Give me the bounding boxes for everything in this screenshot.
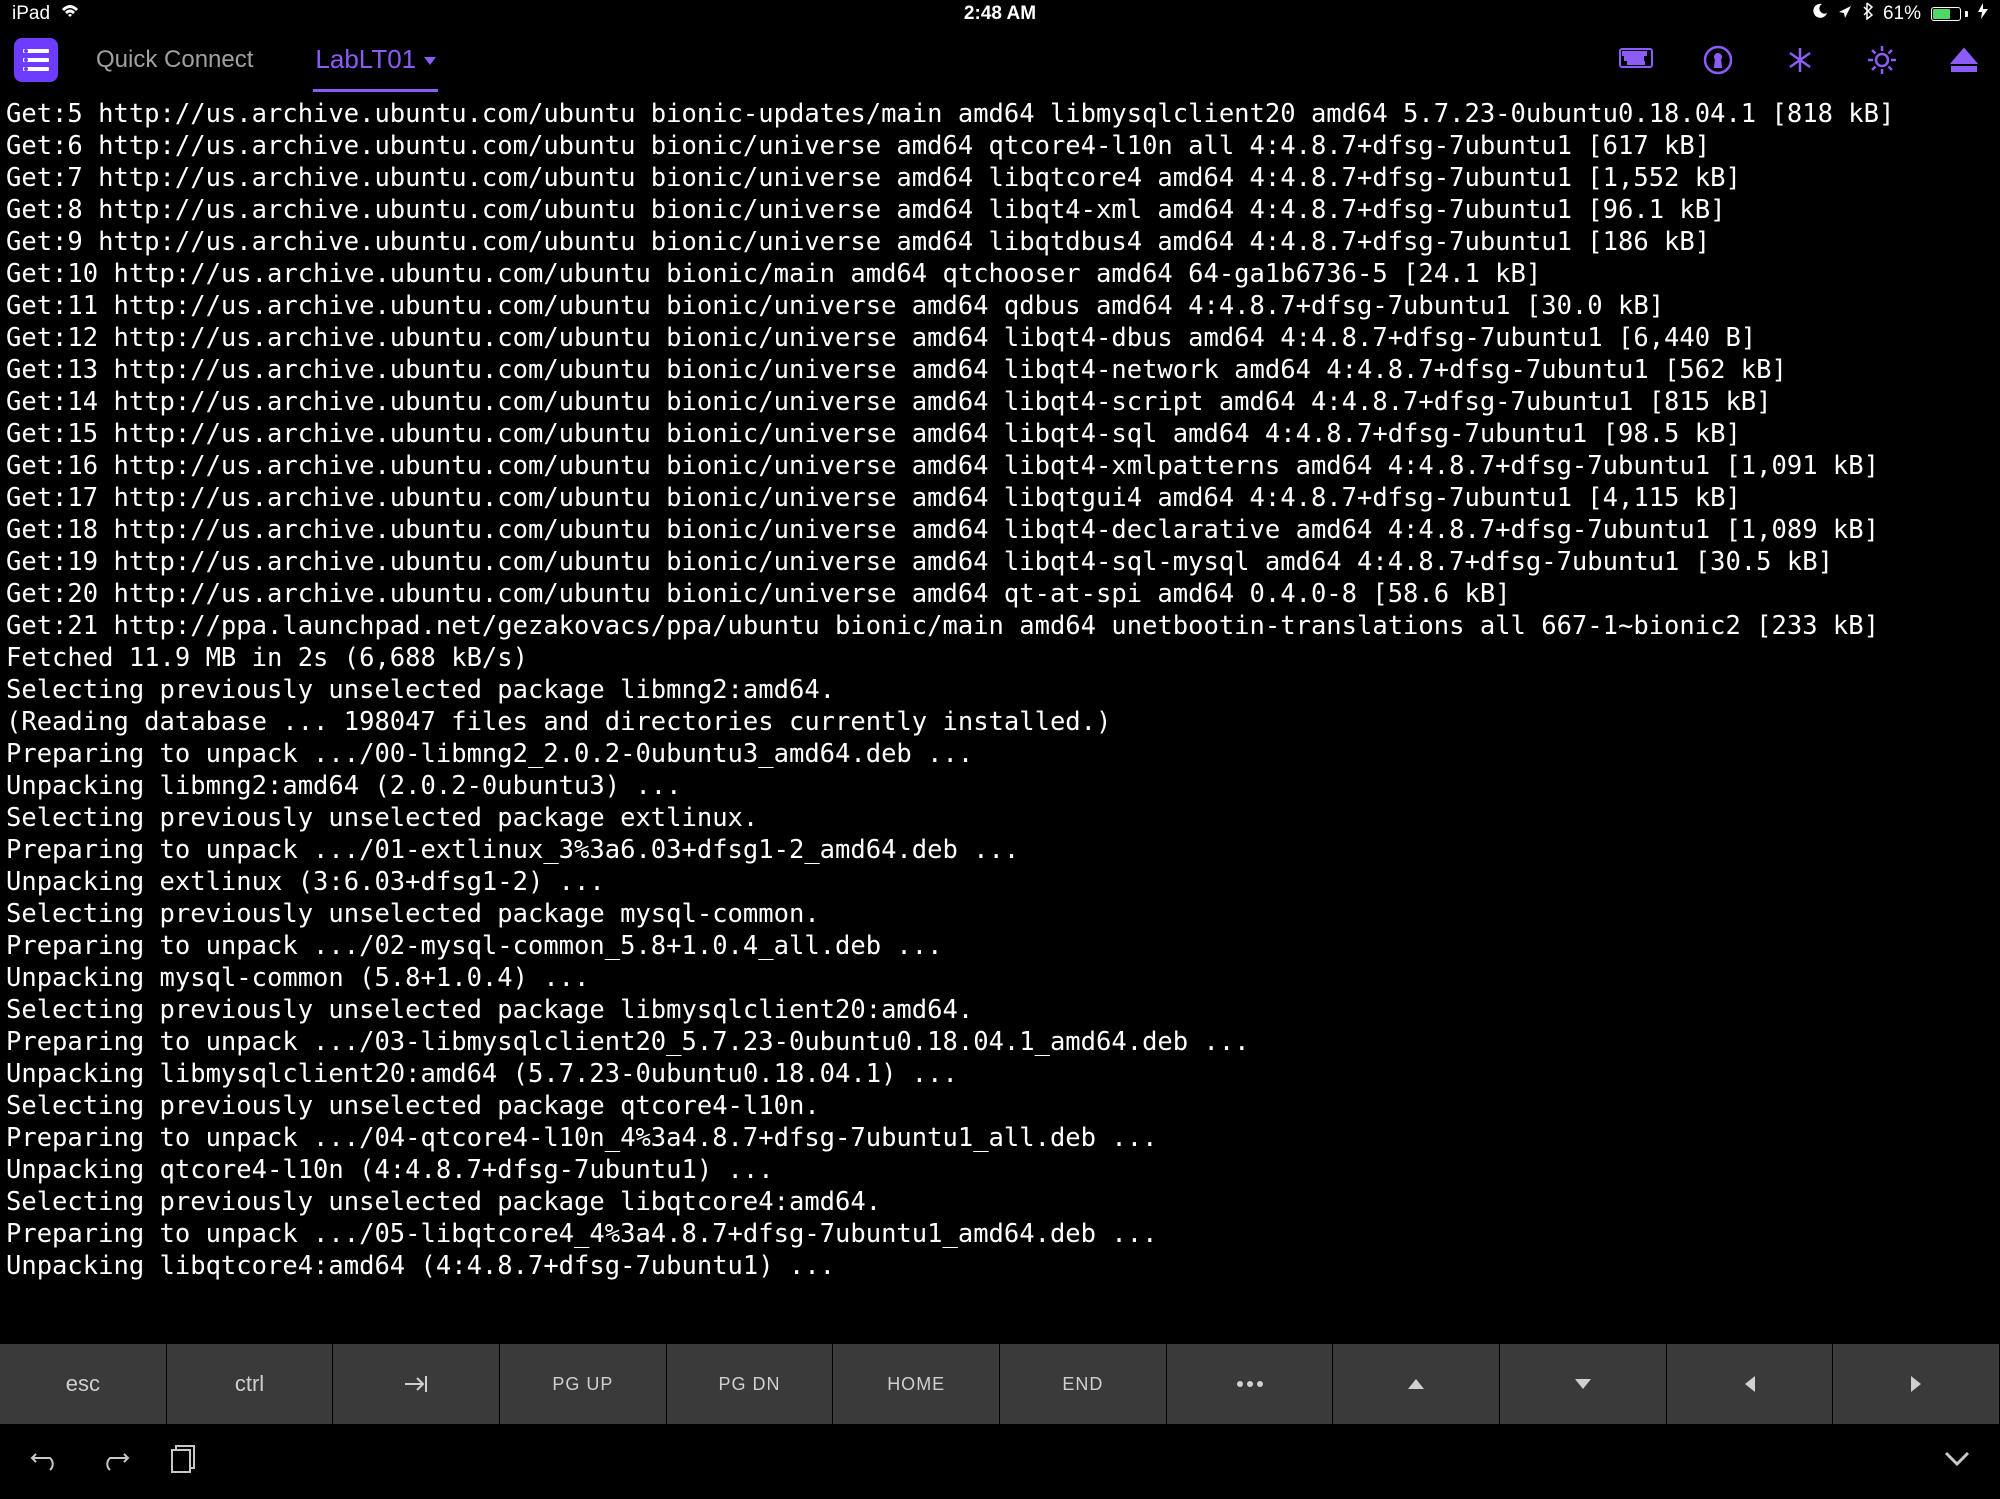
terminal-line: Get:12 http://us.archive.ubuntu.com/ubun…: [6, 322, 1994, 354]
menu-button[interactable]: [14, 38, 58, 82]
terminal-line: Unpacking mysql-common (5.8+1.0.4) ...: [6, 962, 1994, 994]
terminal-output[interactable]: Get:5 http://us.archive.ubuntu.com/ubunt…: [0, 92, 2000, 1282]
battery-icon: [1931, 7, 1968, 21]
terminal-line: Preparing to unpack .../03-libmysqlclien…: [6, 1026, 1994, 1058]
moon-icon: [1812, 3, 1828, 25]
terminal-line: Fetched 11.9 MB in 2s (6,688 kB/s): [6, 642, 1994, 674]
terminal-line: Preparing to unpack .../01-extlinux_3%3a…: [6, 834, 1994, 866]
terminal-line: Selecting previously unselected package …: [6, 898, 1994, 930]
terminal-line: Unpacking libmysqlclient20:amd64 (5.7.23…: [6, 1058, 1994, 1090]
key-pgdn[interactable]: PG DN: [667, 1344, 834, 1424]
undo-icon[interactable]: [30, 1446, 60, 1477]
terminal-line: Get:20 http://us.archive.ubuntu.com/ubun…: [6, 578, 1994, 610]
terminal-line: Get:8 http://us.archive.ubuntu.com/ubunt…: [6, 194, 1994, 226]
key-more[interactable]: [1167, 1344, 1334, 1424]
terminal-line: Selecting previously unselected package …: [6, 802, 1994, 834]
key-esc[interactable]: esc: [0, 1344, 167, 1424]
extra-keys-row: esc ctrl PG UP PG DN HOME END: [0, 1344, 2000, 1424]
terminal-line: Unpacking extlinux (3:6.03+dfsg1-2) ...: [6, 866, 1994, 898]
key-end[interactable]: END: [1000, 1344, 1167, 1424]
terminal-line: Selecting previously unselected package …: [6, 1186, 1994, 1218]
terminal-line: Unpacking qtcore4-l10n (4:4.8.7+dfsg-7ub…: [6, 1154, 1994, 1186]
key-up[interactable]: [1333, 1344, 1500, 1424]
app-toolbar: Quick Connect LabLT01: [0, 28, 2000, 92]
terminal-line: Get:10 http://us.archive.ubuntu.com/ubun…: [6, 258, 1994, 290]
terminal-line: Selecting previously unselected package …: [6, 674, 1994, 706]
location-icon: [1838, 3, 1852, 25]
terminal-line: Get:15 http://us.archive.ubuntu.com/ubun…: [6, 418, 1994, 450]
key-pgup[interactable]: PG UP: [500, 1344, 667, 1424]
charging-icon: [1978, 3, 1988, 25]
lock-icon[interactable]: [1696, 38, 1740, 82]
ios-status-bar: iPad 2:48 AM 61%: [0, 0, 2000, 28]
key-tab[interactable]: [333, 1344, 500, 1424]
terminal-line: Get:5 http://us.archive.ubuntu.com/ubunt…: [6, 98, 1994, 130]
wifi-icon: [60, 3, 80, 25]
key-ctrl[interactable]: ctrl: [167, 1344, 334, 1424]
bluetooth-icon: [1862, 2, 1873, 26]
terminal-line: Preparing to unpack .../05-libqtcore4_4%…: [6, 1218, 1994, 1250]
bottom-bar: [0, 1424, 2000, 1499]
terminal-line: Get:17 http://us.archive.ubuntu.com/ubun…: [6, 482, 1994, 514]
keyboard-icon[interactable]: [1614, 38, 1658, 82]
key-right[interactable]: [1833, 1344, 2000, 1424]
terminal-line: Get:14 http://us.archive.ubuntu.com/ubun…: [6, 386, 1994, 418]
terminal-line: Get:19 http://us.archive.ubuntu.com/ubun…: [6, 546, 1994, 578]
tab-label: LabLT01: [315, 44, 416, 75]
terminal-line: Unpacking libmng2:amd64 (2.0.2-0ubuntu3)…: [6, 770, 1994, 802]
terminal-line: Get:18 http://us.archive.ubuntu.com/ubun…: [6, 514, 1994, 546]
terminal-line: Get:6 http://us.archive.ubuntu.com/ubunt…: [6, 130, 1994, 162]
terminal-line: Unpacking libqtcore4:amd64 (4:4.8.7+dfsg…: [6, 1250, 1994, 1282]
collapse-icon[interactable]: [1944, 1451, 1970, 1472]
terminal-line: Get:16 http://us.archive.ubuntu.com/ubun…: [6, 450, 1994, 482]
terminal-line: Get:11 http://us.archive.ubuntu.com/ubun…: [6, 290, 1994, 322]
terminal-line: Preparing to unpack .../02-mysql-common_…: [6, 930, 1994, 962]
clipboard-icon[interactable]: [170, 1444, 196, 1479]
key-down[interactable]: [1500, 1344, 1667, 1424]
gear-icon[interactable]: [1860, 38, 1904, 82]
chevron-down-icon: [424, 57, 436, 65]
star-icon[interactable]: [1778, 38, 1822, 82]
device-label: iPad: [12, 3, 50, 25]
terminal-line: Selecting previously unselected package …: [6, 994, 1994, 1026]
battery-pct: 61%: [1883, 3, 1921, 25]
key-home[interactable]: HOME: [833, 1344, 1000, 1424]
clock: 2:48 AM: [964, 3, 1036, 25]
terminal-line: Get:13 http://us.archive.ubuntu.com/ubun…: [6, 354, 1994, 386]
terminal-line: Preparing to unpack .../00-libmng2_2.0.2…: [6, 738, 1994, 770]
terminal-line: Get:21 http://ppa.launchpad.net/gezakova…: [6, 610, 1994, 642]
quick-connect-button[interactable]: Quick Connect: [96, 46, 253, 74]
key-left[interactable]: [1667, 1344, 1834, 1424]
tab-connection[interactable]: LabLT01: [313, 38, 438, 92]
terminal-line: (Reading database ... 198047 files and d…: [6, 706, 1994, 738]
terminal-line: Selecting previously unselected package …: [6, 1090, 1994, 1122]
eject-icon[interactable]: [1942, 38, 1986, 82]
redo-icon[interactable]: [100, 1446, 130, 1477]
terminal-line: Get:7 http://us.archive.ubuntu.com/ubunt…: [6, 162, 1994, 194]
terminal-line: Preparing to unpack .../04-qtcore4-l10n_…: [6, 1122, 1994, 1154]
terminal-line: Get:9 http://us.archive.ubuntu.com/ubunt…: [6, 226, 1994, 258]
